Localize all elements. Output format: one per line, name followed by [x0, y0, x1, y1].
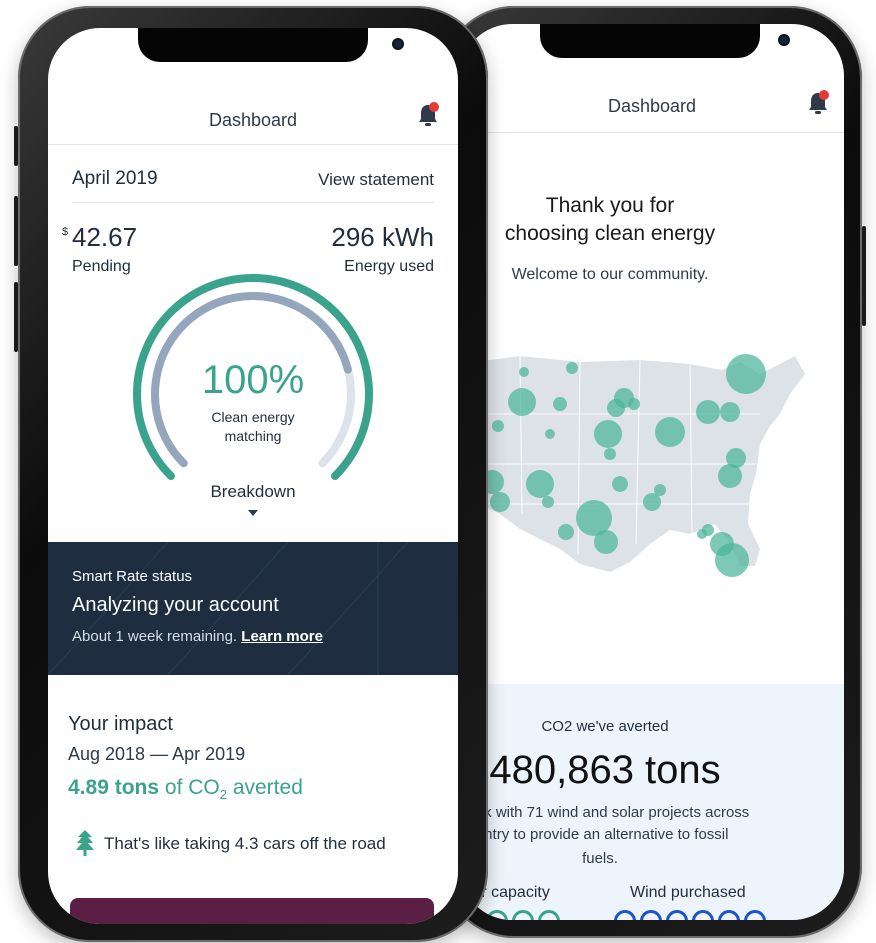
map-dot — [654, 484, 666, 496]
pending-amount: 42.67 — [72, 222, 138, 252]
co2-description-line2: country to provide an alternative to fos… — [460, 826, 729, 843]
wind-indicator — [744, 910, 766, 920]
header-title: Dashboard — [607, 96, 697, 116]
clean-energy-percent: 100% — [201, 358, 305, 402]
map-dot — [697, 529, 707, 539]
thank-you-heading-line2: choosing clean energy — [504, 222, 716, 245]
wind-indicator — [614, 910, 636, 920]
remaining-text: About 1 week remaining. — [72, 628, 238, 645]
wind-indicator — [640, 910, 662, 920]
side-button — [14, 282, 18, 352]
cars-equivalent-text: That's like taking 4.3 cars off the road — [104, 834, 386, 853]
impact-range: Aug 2018 — Apr 2019 — [68, 744, 246, 764]
solar-indicator — [512, 910, 534, 920]
back-phone: Dashboard Thank you for choosing clean e… — [442, 6, 866, 938]
map-dot — [553, 397, 567, 411]
map-dot — [519, 367, 529, 377]
wind-indicator — [692, 910, 714, 920]
co2-description-line1: work with 71 wind and solar projects acr… — [460, 804, 750, 821]
wind-indicator — [718, 910, 740, 920]
side-button — [14, 126, 18, 166]
map-dot — [566, 362, 578, 374]
phone-notch — [540, 24, 788, 58]
learn-more-link[interactable]: Learn more — [241, 628, 323, 645]
solar-indicator — [486, 910, 508, 920]
side-button — [862, 226, 866, 326]
gauge-label-line2: matching — [224, 428, 282, 444]
map-dot — [594, 420, 622, 448]
co2-averted-text: averted — [232, 776, 303, 799]
bell-icon[interactable] — [416, 102, 440, 128]
wind-indicator — [666, 910, 688, 920]
header-divider — [48, 144, 458, 145]
currency-symbol: $ — [62, 226, 69, 238]
camera — [780, 36, 788, 44]
co2-tons: 4.89 tons — [68, 776, 160, 799]
co2-averted-line: 4.89 tons of CO2 averted — [68, 776, 303, 802]
header-divider — [460, 132, 844, 133]
co2-panel: CO2 we've averted 480,863 tons work with… — [460, 684, 844, 920]
map-dot — [655, 417, 685, 447]
map-dot — [612, 476, 628, 492]
map-dot — [628, 398, 640, 410]
co2-subscript: 2 — [219, 787, 227, 803]
map-dot — [545, 429, 555, 439]
co2-label: CO2 we've averted — [541, 718, 669, 735]
header-title: Dashboard — [208, 110, 298, 130]
solar-indicator — [538, 910, 560, 920]
caret-down-icon[interactable] — [248, 510, 258, 516]
map-dot — [558, 524, 574, 540]
breakdown-link[interactable]: Breakdown — [48, 482, 458, 502]
bell-icon[interactable] — [806, 90, 830, 116]
promo-card[interactable] — [70, 898, 434, 924]
view-statement-link[interactable]: View statement — [318, 170, 434, 190]
billing-period: April 2019 — [72, 168, 158, 189]
energy-used-value: 296 kWh — [331, 222, 434, 252]
tree-icon — [76, 830, 94, 856]
map-dot — [718, 464, 742, 488]
thank-you-heading-line1: Thank you for — [545, 194, 675, 217]
back-phone-screen: Dashboard Thank you for choosing clean e… — [460, 24, 844, 920]
welcome-text: Welcome to our community. — [511, 266, 709, 283]
gauge-label-line1: Clean energy — [211, 409, 295, 425]
map-dot — [715, 543, 749, 577]
map-dot — [726, 354, 766, 394]
front-phone: Dashboard April 2019 View statement $ 42… — [14, 6, 488, 942]
smart-rate-headline: Analyzing your account — [72, 594, 279, 616]
camera — [394, 40, 402, 48]
map-dot — [492, 420, 504, 432]
impact-title: Your impact — [68, 713, 173, 735]
phone-notch — [138, 28, 402, 62]
co2-description-line3: fuels. — [582, 850, 618, 867]
co2-value: 480,863 tons — [489, 748, 721, 792]
pending-label: Pending — [72, 258, 131, 275]
map-dot — [542, 496, 554, 508]
side-button — [14, 196, 18, 266]
smart-rate-banner: Smart Rate status Analyzing your account… — [48, 542, 458, 675]
smart-rate-remaining: About 1 week remaining. Learn more — [72, 628, 323, 645]
wind-purchased-label: Wind purchased — [630, 884, 746, 901]
map-dot — [720, 402, 740, 422]
map-dot — [604, 448, 616, 460]
map-dot — [594, 530, 618, 554]
front-phone-screen: Dashboard April 2019 View statement $ 42… — [48, 28, 458, 924]
map-dot — [696, 400, 720, 424]
us-map — [460, 354, 805, 577]
co2-of-text: of CO — [164, 776, 220, 799]
smart-rate-title: Smart Rate status — [72, 568, 193, 585]
map-dot — [490, 492, 510, 512]
map-dot — [526, 470, 554, 498]
map-dot — [508, 388, 536, 416]
period-divider — [72, 202, 434, 203]
